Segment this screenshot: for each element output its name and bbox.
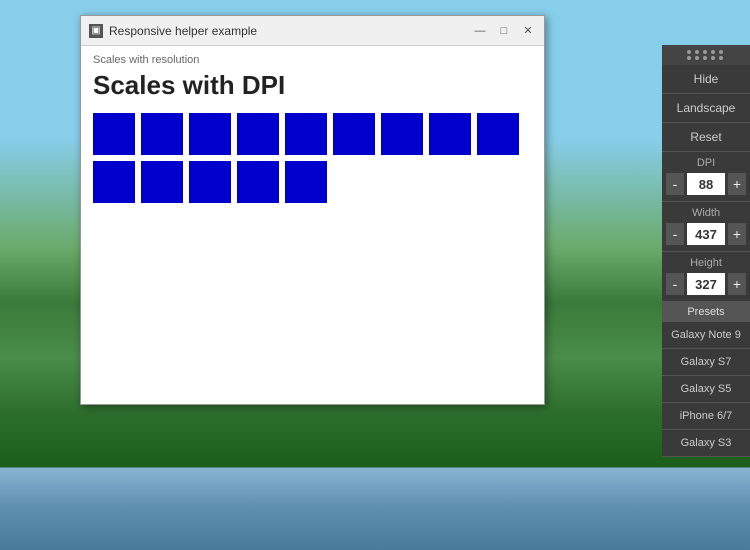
preset-iphone-6-7[interactable]: iPhone 6/7 — [662, 403, 750, 430]
blue-block — [429, 113, 471, 155]
blocks-row-1 — [93, 113, 532, 155]
close-button[interactable]: ✕ — [520, 23, 536, 39]
height-label: Height — [662, 252, 750, 271]
dpi-value: 88 — [687, 173, 725, 195]
presets-label: Presets — [662, 302, 750, 322]
dot — [695, 56, 699, 60]
blue-block — [93, 113, 135, 155]
dot — [703, 56, 707, 60]
dot — [703, 50, 707, 54]
preset-galaxy-s3[interactable]: Galaxy S3 — [662, 430, 750, 457]
window-app-icon: ▣ — [89, 24, 103, 38]
blue-block — [93, 161, 135, 203]
width-value: 437 — [687, 223, 725, 245]
preset-galaxy-note-9[interactable]: Galaxy Note 9 — [662, 322, 750, 349]
landscape-button[interactable]: Landscape — [662, 94, 750, 123]
dot — [711, 56, 715, 60]
dot — [687, 56, 691, 60]
blocks-row-2 — [93, 161, 532, 203]
blue-block — [189, 161, 231, 203]
window-title: Responsive helper example — [109, 24, 472, 38]
blue-block — [333, 113, 375, 155]
maximize-button[interactable]: □ — [496, 23, 512, 39]
blue-blocks-container — [93, 113, 532, 203]
blue-block — [141, 113, 183, 155]
sidebar-drag-handle[interactable] — [662, 45, 750, 65]
height-control: - 327 + — [662, 271, 750, 302]
hide-button[interactable]: Hide — [662, 65, 750, 94]
width-plus-button[interactable]: + — [728, 223, 746, 245]
blue-block — [237, 161, 279, 203]
window-heading: Scales with DPI — [93, 70, 532, 101]
window-subtitle: Scales with resolution — [93, 54, 532, 66]
height-value: 327 — [687, 273, 725, 295]
blue-block — [285, 161, 327, 203]
height-minus-button[interactable]: - — [666, 273, 684, 295]
blue-block — [189, 113, 231, 155]
app-window: ▣ Responsive helper example — □ ✕ Scales… — [80, 15, 545, 405]
blue-block — [285, 113, 327, 155]
preset-galaxy-s7[interactable]: Galaxy S7 — [662, 349, 750, 376]
dot — [711, 50, 715, 54]
minimize-button[interactable]: — — [472, 23, 488, 39]
width-control: - 437 + — [662, 221, 750, 252]
dpi-minus-button[interactable]: - — [666, 173, 684, 195]
blue-block — [141, 161, 183, 203]
dot — [695, 50, 699, 54]
height-plus-button[interactable]: + — [728, 273, 746, 295]
preset-galaxy-s5[interactable]: Galaxy S5 — [662, 376, 750, 403]
dpi-plus-button[interactable]: + — [728, 173, 746, 195]
window-content: Scales with resolution Scales with DPI — [81, 46, 544, 404]
reset-button[interactable]: Reset — [662, 123, 750, 152]
blue-block — [477, 113, 519, 155]
blue-block — [237, 113, 279, 155]
dpi-label: DPI — [662, 152, 750, 171]
width-minus-button[interactable]: - — [666, 223, 684, 245]
dot — [719, 56, 723, 60]
window-titlebar: ▣ Responsive helper example — □ ✕ — [81, 16, 544, 46]
dot — [687, 50, 691, 54]
blue-block — [381, 113, 423, 155]
dot — [719, 50, 723, 54]
drag-dots — [687, 50, 725, 60]
dpi-control: - 88 + — [662, 171, 750, 202]
sidebar-panel: Hide Landscape Reset DPI - 88 + Width - … — [662, 45, 750, 457]
window-controls: — □ ✕ — [472, 23, 536, 39]
width-label: Width — [662, 202, 750, 221]
